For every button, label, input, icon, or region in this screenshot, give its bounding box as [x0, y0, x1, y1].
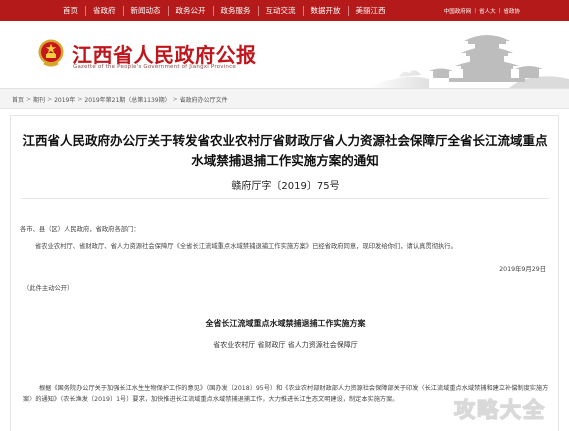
nav-item-government[interactable]: 省政府 [86, 5, 124, 16]
document-number: 赣府厅字〔2019〕75号 [231, 181, 340, 192]
nav-item-open-data[interactable]: 数据开放 [304, 5, 349, 16]
plan-title: 全省长江流域重点水域禁捕退捕工作实施方案 [205, 319, 366, 328]
chevron-right-icon: > [47, 96, 53, 103]
breadcrumb-band: 首页 > 期刊 > 2019年 > 2019年第21期（总第1139期） > 省… [0, 88, 569, 109]
notice-body: 省农业农村厅、省财政厅、省人力资源社会保障厅《全省长江流域重点水域禁捕退捕工作实… [35, 243, 457, 250]
watermark-text: 攻略大全 [453, 397, 546, 422]
nav-item-beautiful-jiangxi[interactable]: 美丽江西 [349, 6, 393, 16]
chevron-right-icon: > [26, 96, 32, 103]
nav-item-interaction[interactable]: 互动交流 [259, 5, 304, 16]
util-link-npc[interactable]: 省人大 [476, 7, 499, 15]
breadcrumb-issue[interactable]: 2019年第21期（总第1139期） [84, 95, 170, 104]
breadcrumb: 首页 > 期刊 > 2019年 > 2019年第21期（总第1139期） > 省… [12, 95, 228, 104]
top-nav-bar: 首页 省政府 新闻动态 政务公开 政务服务 互动交流 数据开放 美丽江西 中国政… [0, 0, 569, 21]
util-link-cppcc[interactable]: 省政协 [500, 7, 523, 15]
site-header: 江西省人民政府公报 Gazette of the People's Govern… [0, 21, 569, 88]
chevron-right-icon: > [172, 96, 178, 103]
article-card: 江西省人民政府办公厅关于转发省农业农村厅省财政厅省人力资源社会保障厅全省长江流域… [10, 115, 559, 431]
plan-issuers: 省农业农村厅 省财政厅 省人力资源社会保障厅 [213, 341, 358, 349]
breadcrumb-home[interactable]: 首页 [12, 95, 24, 104]
breadcrumb-year[interactable]: 2019年 [54, 95, 75, 104]
site-subtitle: Gazette of the People's Government of Ji… [73, 64, 236, 70]
breadcrumb-journal[interactable]: 期刊 [33, 95, 45, 104]
util-link-china-gov[interactable]: 中国政府网 [441, 7, 475, 15]
site-watermark: 攻略大全 [446, 392, 564, 426]
title-divider [21, 198, 549, 199]
util-separator: | [498, 7, 501, 14]
breadcrumb-section[interactable]: 省政府办公厅文件 [180, 95, 228, 104]
nav-item-news[interactable]: 新闻动态 [124, 5, 169, 16]
public-note: （此件主动公开） [23, 285, 74, 292]
nav-item-services[interactable]: 政务服务 [214, 5, 259, 16]
national-emblem-icon [38, 39, 64, 67]
tengwang-pavilion-illustration [369, 21, 569, 88]
nav-item-public-affairs[interactable]: 政务公开 [169, 5, 214, 16]
utility-links: 中国政府网 | 省人大 | 省政协 [441, 0, 523, 21]
chevron-right-icon: > [77, 96, 83, 103]
util-separator: | [474, 7, 477, 14]
issue-date: 2019年9月29日 [499, 266, 546, 273]
nav-item-home[interactable]: 首页 [56, 5, 86, 16]
article-title: 江西省人民政府办公厅关于转发省农业农村厅省财政厅省人力资源社会保障厅全省长江流域… [22, 133, 548, 168]
recipients-line: 各市、县（区）人民政府，省政府各部门： [20, 226, 140, 233]
main-nav: 首页 省政府 新闻动态 政务公开 政务服务 互动交流 数据开放 美丽江西 [56, 0, 393, 21]
